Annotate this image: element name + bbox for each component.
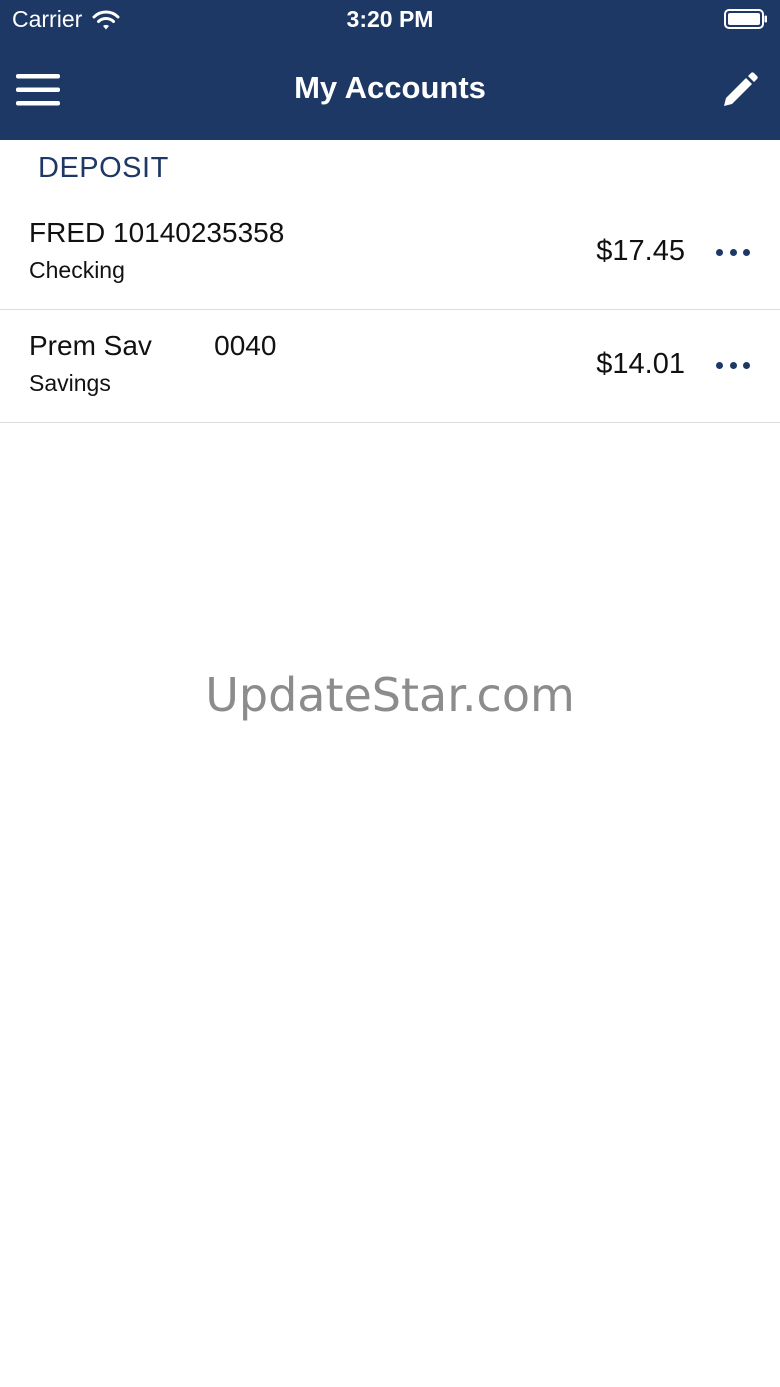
dot: [743, 248, 750, 256]
watermark: UpdateStar.com: [205, 668, 575, 722]
account-row[interactable]: Prem Sav 0040 Savings $14.01: [0, 310, 780, 423]
account-type: Savings: [29, 370, 111, 396]
account-name: FRED 10140235358: [29, 217, 285, 248]
dot: [729, 361, 737, 369]
page-title: My Accounts: [294, 70, 486, 105]
account-type: Checking: [29, 257, 125, 283]
app-header: Carrier 3:20 PM My Accounts: [0, 0, 780, 140]
dot: [743, 361, 750, 369]
account-balance: $17.45: [596, 235, 685, 267]
battery-icon: [724, 9, 767, 29]
status-time: 3:20 PM: [346, 6, 434, 32]
navigation-bar: My Accounts: [0, 40, 780, 140]
account-balance: $14.01: [596, 348, 685, 380]
pencil-icon[interactable]: [720, 70, 760, 110]
more-options-icon[interactable]: [716, 241, 750, 263]
section-title-deposit: DEPOSIT: [38, 152, 169, 184]
dot: [716, 361, 723, 369]
more-options-icon[interactable]: [716, 354, 750, 376]
dot: [729, 248, 737, 256]
status-bar: Carrier 3:20 PM: [0, 0, 780, 40]
dot: [716, 248, 723, 256]
account-name: Prem Sav 0040: [29, 330, 277, 361]
account-row[interactable]: FRED 10140235358 Checking $17.45: [0, 197, 780, 310]
